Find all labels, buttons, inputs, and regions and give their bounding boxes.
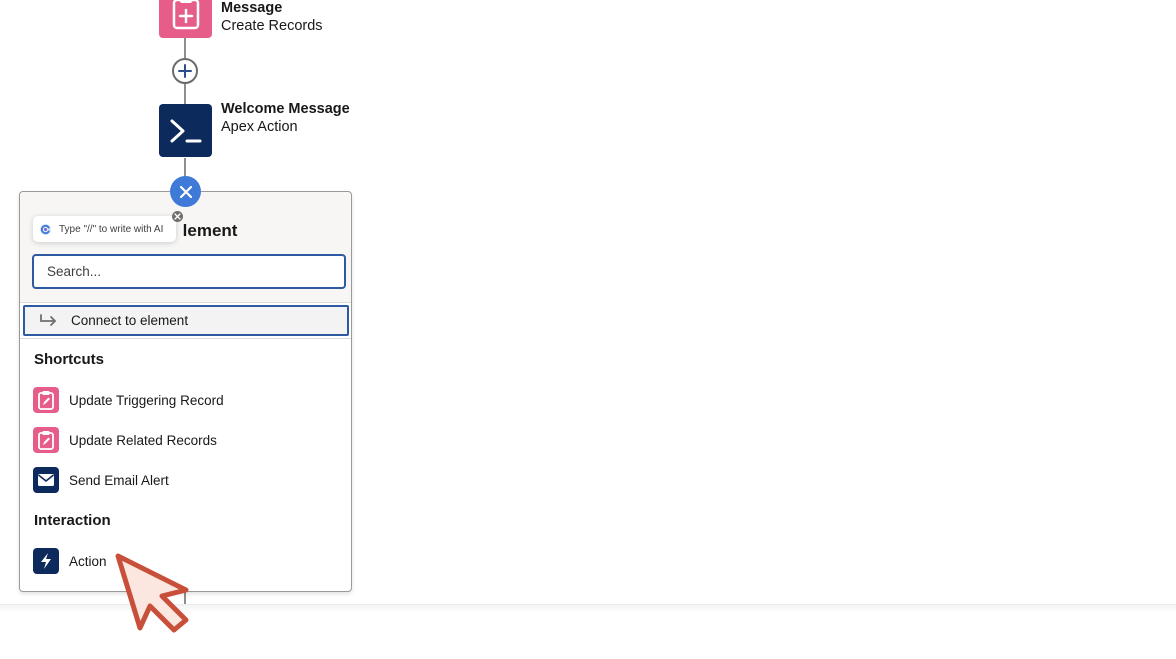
close-element-menu-button[interactable] [170,176,201,207]
menu-item-label: Action [69,553,107,569]
node-type: Apex Action [221,119,298,135]
menu-item-label: Send Email Alert [69,472,169,488]
node-title: Welcome Message [221,101,350,117]
clipboard-edit-icon [33,387,59,413]
add-element-panel: Add Element Type "//" to write with AI C… [19,191,352,592]
menu-item-update-related-records[interactable]: Update Related Records [33,426,333,454]
close-icon [174,213,181,220]
ai-hint-tooltip: Type "//" to write with AI [33,216,176,242]
connect-to-element-button[interactable]: Connect to element [23,305,349,336]
node-type: Create Records [221,18,323,34]
menu-item-label: Update Triggering Record [69,392,224,408]
connector-line [184,82,186,104]
menu-item-send-email-alert[interactable]: Send Email Alert [33,466,333,494]
connect-label: Connect to element [71,313,189,328]
create-records-icon [172,0,199,29]
apex-action-node[interactable] [159,104,212,157]
panel-header: Add Element [20,192,351,303]
email-icon [33,467,59,493]
create-records-node-label: Message Create Records [221,0,323,35]
connector-line [184,38,186,58]
node-title: Message [221,0,283,16]
ai-hint-text: Type "//" to write with AI [59,223,164,235]
section-heading-shortcuts: Shortcuts [34,351,105,368]
plus-icon [178,64,192,78]
clipboard-edit-icon [33,427,59,453]
menu-item-label: Update Related Records [69,432,217,448]
section-heading-interaction: Interaction [34,512,111,529]
mouse-pointer-icon [115,553,189,633]
search-input[interactable] [32,254,346,289]
connector-line [184,158,186,178]
flow-canvas: Message Create Records Welcome Message A… [0,0,1176,608]
close-icon [179,185,192,198]
add-element-button[interactable] [172,58,198,84]
lightning-icon [33,548,59,574]
ai-assistant-icon [39,223,52,235]
apex-terminal-icon [170,119,201,142]
divider [20,338,351,339]
panel-title-text: lement [182,221,238,240]
connect-arrow-icon [40,313,56,326]
dismiss-hint-button[interactable] [172,211,183,222]
apex-action-node-label: Welcome Message Apex Action [221,100,350,136]
create-records-node[interactable] [159,0,212,38]
menu-item-update-triggering-record[interactable]: Update Triggering Record [33,386,333,414]
